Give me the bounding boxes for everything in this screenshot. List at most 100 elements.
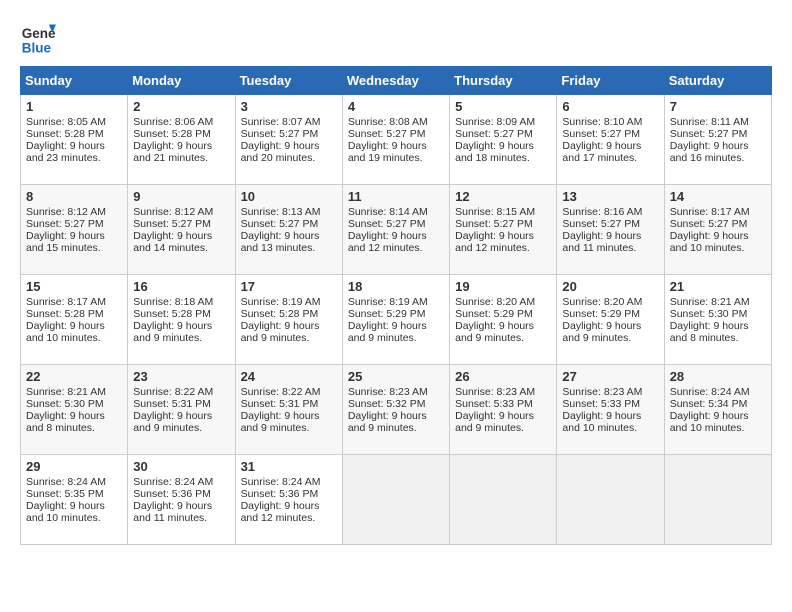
- day-of-week-header: Sunday: [21, 67, 128, 95]
- daylight-text: Daylight: 9 hours and 10 minutes.: [26, 500, 105, 524]
- sunrise-text: Sunrise: 8:24 AM: [670, 386, 750, 398]
- day-of-week-header: Thursday: [450, 67, 557, 95]
- day-number: 26: [455, 369, 551, 384]
- day-number: 19: [455, 279, 551, 294]
- calendar-day-cell: 12Sunrise: 8:15 AMSunset: 5:27 PMDayligh…: [450, 185, 557, 275]
- sunset-text: Sunset: 5:27 PM: [670, 218, 748, 230]
- sunset-text: Sunset: 5:27 PM: [241, 218, 319, 230]
- day-of-week-header: Friday: [557, 67, 664, 95]
- day-number: 14: [670, 189, 766, 204]
- sunrise-text: Sunrise: 8:23 AM: [455, 386, 535, 398]
- logo: General Blue: [20, 20, 56, 56]
- daylight-text: Daylight: 9 hours and 9 minutes.: [348, 410, 427, 434]
- sunrise-text: Sunrise: 8:22 AM: [133, 386, 213, 398]
- sunrise-text: Sunrise: 8:24 AM: [241, 476, 321, 488]
- daylight-text: Daylight: 9 hours and 18 minutes.: [455, 140, 534, 164]
- sunset-text: Sunset: 5:31 PM: [133, 398, 211, 410]
- sunset-text: Sunset: 5:29 PM: [455, 308, 533, 320]
- sunset-text: Sunset: 5:28 PM: [133, 308, 211, 320]
- day-number: 27: [562, 369, 658, 384]
- sunset-text: Sunset: 5:30 PM: [26, 398, 104, 410]
- sunset-text: Sunset: 5:27 PM: [348, 128, 426, 140]
- sunrise-text: Sunrise: 8:07 AM: [241, 116, 321, 128]
- calendar-day-cell: 13Sunrise: 8:16 AMSunset: 5:27 PMDayligh…: [557, 185, 664, 275]
- daylight-text: Daylight: 9 hours and 9 minutes.: [455, 410, 534, 434]
- day-number: 4: [348, 99, 444, 114]
- day-of-week-header: Tuesday: [235, 67, 342, 95]
- logo-icon: General Blue: [20, 20, 56, 56]
- day-of-week-header: Monday: [128, 67, 235, 95]
- calendar-day-cell: 22 Sunrise: 8:21 AMSunset: 5:30 PMDayligh…: [21, 365, 128, 455]
- calendar-day-cell: 7Sunrise: 8:11 AMSunset: 5:27 PMDaylight…: [664, 95, 771, 185]
- sunset-text: Sunset: 5:31 PM: [241, 398, 319, 410]
- sunrise-text: Sunrise: 8:06 AM: [133, 116, 213, 128]
- sunrise-text: Sunrise: 8:18 AM: [133, 296, 213, 308]
- sunset-text: Sunset: 5:32 PM: [348, 398, 426, 410]
- sunset-text: Sunset: 5:27 PM: [562, 128, 640, 140]
- sunrise-text: Sunrise: 8:13 AM: [241, 206, 321, 218]
- calendar-day-cell: 30Sunrise: 8:24 AMSunset: 5:36 PMDayligh…: [128, 455, 235, 545]
- day-number: 9: [133, 189, 229, 204]
- day-number: 28: [670, 369, 766, 384]
- calendar-day-cell: 2Sunrise: 8:06 AMSunset: 5:28 PMDaylight…: [128, 95, 235, 185]
- day-number: 7: [670, 99, 766, 114]
- sunrise-text: Sunrise: 8:05 AM: [26, 116, 106, 128]
- sunset-text: Sunset: 5:27 PM: [562, 218, 640, 230]
- calendar-day-cell: 21Sunrise: 8:21 AMSunset: 5:30 PMDayligh…: [664, 275, 771, 365]
- daylight-text: Daylight: 9 hours and 10 minutes.: [26, 320, 105, 344]
- daylight-text: Daylight: 9 hours and 10 minutes.: [670, 230, 749, 254]
- day-number: 20: [562, 279, 658, 294]
- day-number: 22: [26, 369, 122, 384]
- day-number: 5: [455, 99, 551, 114]
- sunset-text: Sunset: 5:29 PM: [348, 308, 426, 320]
- calendar-day-cell: 17Sunrise: 8:19 AMSunset: 5:28 PMDayligh…: [235, 275, 342, 365]
- daylight-text: Daylight: 9 hours and 8 minutes.: [26, 410, 105, 434]
- sunrise-text: Sunrise: 8:19 AM: [348, 296, 428, 308]
- day-number: 17: [241, 279, 337, 294]
- sunset-text: Sunset: 5:27 PM: [455, 218, 533, 230]
- calendar-day-cell: 14 Sunrise: 8:17 AMSunset: 5:27 PMDayligh…: [664, 185, 771, 275]
- sunrise-text: Sunrise: 8:24 AM: [26, 476, 106, 488]
- calendar-day-cell: 26Sunrise: 8:23 AMSunset: 5:33 PMDayligh…: [450, 365, 557, 455]
- calendar-day-cell: [557, 455, 664, 545]
- daylight-text: Daylight: 9 hours and 15 minutes.: [26, 230, 105, 254]
- day-number: 11: [348, 189, 444, 204]
- day-number: 29: [26, 459, 122, 474]
- calendar-day-cell: 19Sunrise: 8:20 AMSunset: 5:29 PMDayligh…: [450, 275, 557, 365]
- day-of-week-header: Wednesday: [342, 67, 449, 95]
- svg-text:Blue: Blue: [22, 40, 52, 55]
- sunrise-text: Sunrise: 8:10 AM: [562, 116, 642, 128]
- daylight-text: Daylight: 9 hours and 19 minutes.: [348, 140, 427, 164]
- sunrise-text: Sunrise: 8:19 AM: [241, 296, 321, 308]
- day-number: 30: [133, 459, 229, 474]
- day-number: 12: [455, 189, 551, 204]
- day-number: 23: [133, 369, 229, 384]
- sunrise-text: Sunrise: 8:22 AM: [241, 386, 321, 398]
- day-number: 31: [241, 459, 337, 474]
- calendar-day-cell: 1Sunrise: 8:05 AMSunset: 5:28 PMDaylight…: [21, 95, 128, 185]
- daylight-text: Daylight: 9 hours and 9 minutes.: [241, 410, 320, 434]
- sunrise-text: Sunrise: 8:17 AM: [670, 206, 750, 218]
- sunrise-text: Sunrise: 8:20 AM: [562, 296, 642, 308]
- calendar-week-row: 1Sunrise: 8:05 AMSunset: 5:28 PMDaylight…: [21, 95, 772, 185]
- sunset-text: Sunset: 5:28 PM: [241, 308, 319, 320]
- sunrise-text: Sunrise: 8:08 AM: [348, 116, 428, 128]
- page-header: General Blue: [20, 20, 772, 56]
- calendar-day-cell: 15Sunrise: 8:17 AMSunset: 5:28 PMDayligh…: [21, 275, 128, 365]
- sunrise-text: Sunrise: 8:17 AM: [26, 296, 106, 308]
- sunset-text: Sunset: 5:27 PM: [670, 128, 748, 140]
- sunrise-text: Sunrise: 8:21 AM: [26, 386, 106, 398]
- sunset-text: Sunset: 5:28 PM: [133, 128, 211, 140]
- calendar-week-row: 15Sunrise: 8:17 AMSunset: 5:28 PMDayligh…: [21, 275, 772, 365]
- sunrise-text: Sunrise: 8:11 AM: [670, 116, 749, 128]
- sunset-text: Sunset: 5:33 PM: [562, 398, 640, 410]
- calendar-week-row: 22Sunrise: 8:21 AMSunset: 5:30 PMDayligh…: [21, 365, 772, 455]
- sunset-text: Sunset: 5:35 PM: [26, 488, 104, 500]
- calendar-day-cell: 24Sunrise: 8:22 AMSunset: 5:31 PMDayligh…: [235, 365, 342, 455]
- daylight-text: Daylight: 9 hours and 17 minutes.: [562, 140, 641, 164]
- calendar-day-cell: 16Sunrise: 8:18 AMSunset: 5:28 PMDayligh…: [128, 275, 235, 365]
- daylight-text: Daylight: 9 hours and 9 minutes.: [455, 320, 534, 344]
- day-number: 16: [133, 279, 229, 294]
- calendar-day-cell: 18Sunrise: 8:19 AMSunset: 5:29 PMDayligh…: [342, 275, 449, 365]
- sunrise-text: Sunrise: 8:14 AM: [348, 206, 428, 218]
